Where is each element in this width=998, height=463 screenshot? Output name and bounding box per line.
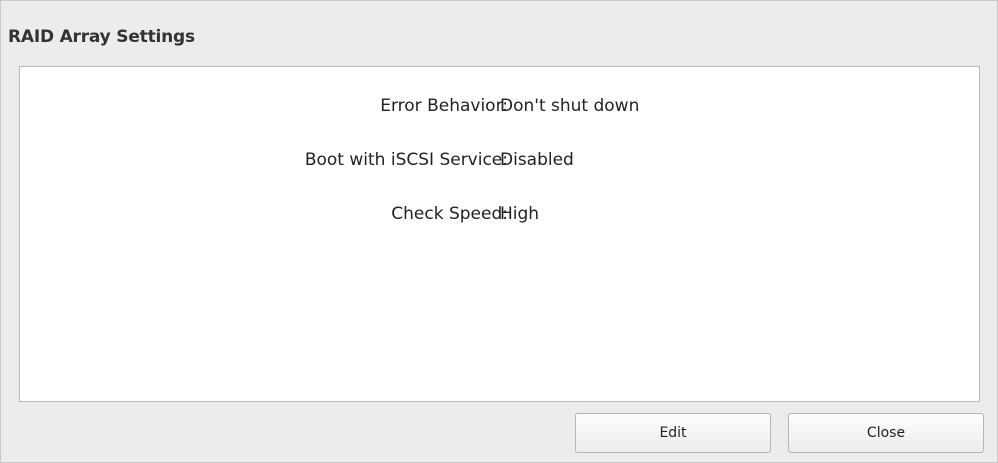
setting-row-error-behavior: Error Behavior: Don't shut down (20, 96, 979, 120)
edit-button[interactable]: Edit (575, 413, 771, 453)
setting-value: Don't shut down (500, 96, 640, 116)
close-button[interactable]: Close (788, 413, 984, 453)
setting-value: High (500, 204, 540, 224)
setting-row-boot-with-iscsi: Boot with iSCSI Service: Disabled (20, 150, 979, 174)
settings-panel: Error Behavior: Don't shut down Boot wit… (19, 66, 980, 402)
setting-label: Boot with iSCSI Service: (304, 150, 508, 170)
setting-label: Error Behavior: (380, 96, 508, 116)
raid-array-settings-dialog: RAID Array Settings Error Behavior: Don'… (0, 0, 998, 463)
dialog-titlebar: RAID Array Settings (1, 1, 997, 65)
setting-label: Check Speed: (391, 204, 508, 224)
dialog-title: RAID Array Settings (8, 27, 195, 47)
setting-value: Disabled (500, 150, 574, 170)
setting-row-check-speed: Check Speed: High (20, 204, 979, 228)
